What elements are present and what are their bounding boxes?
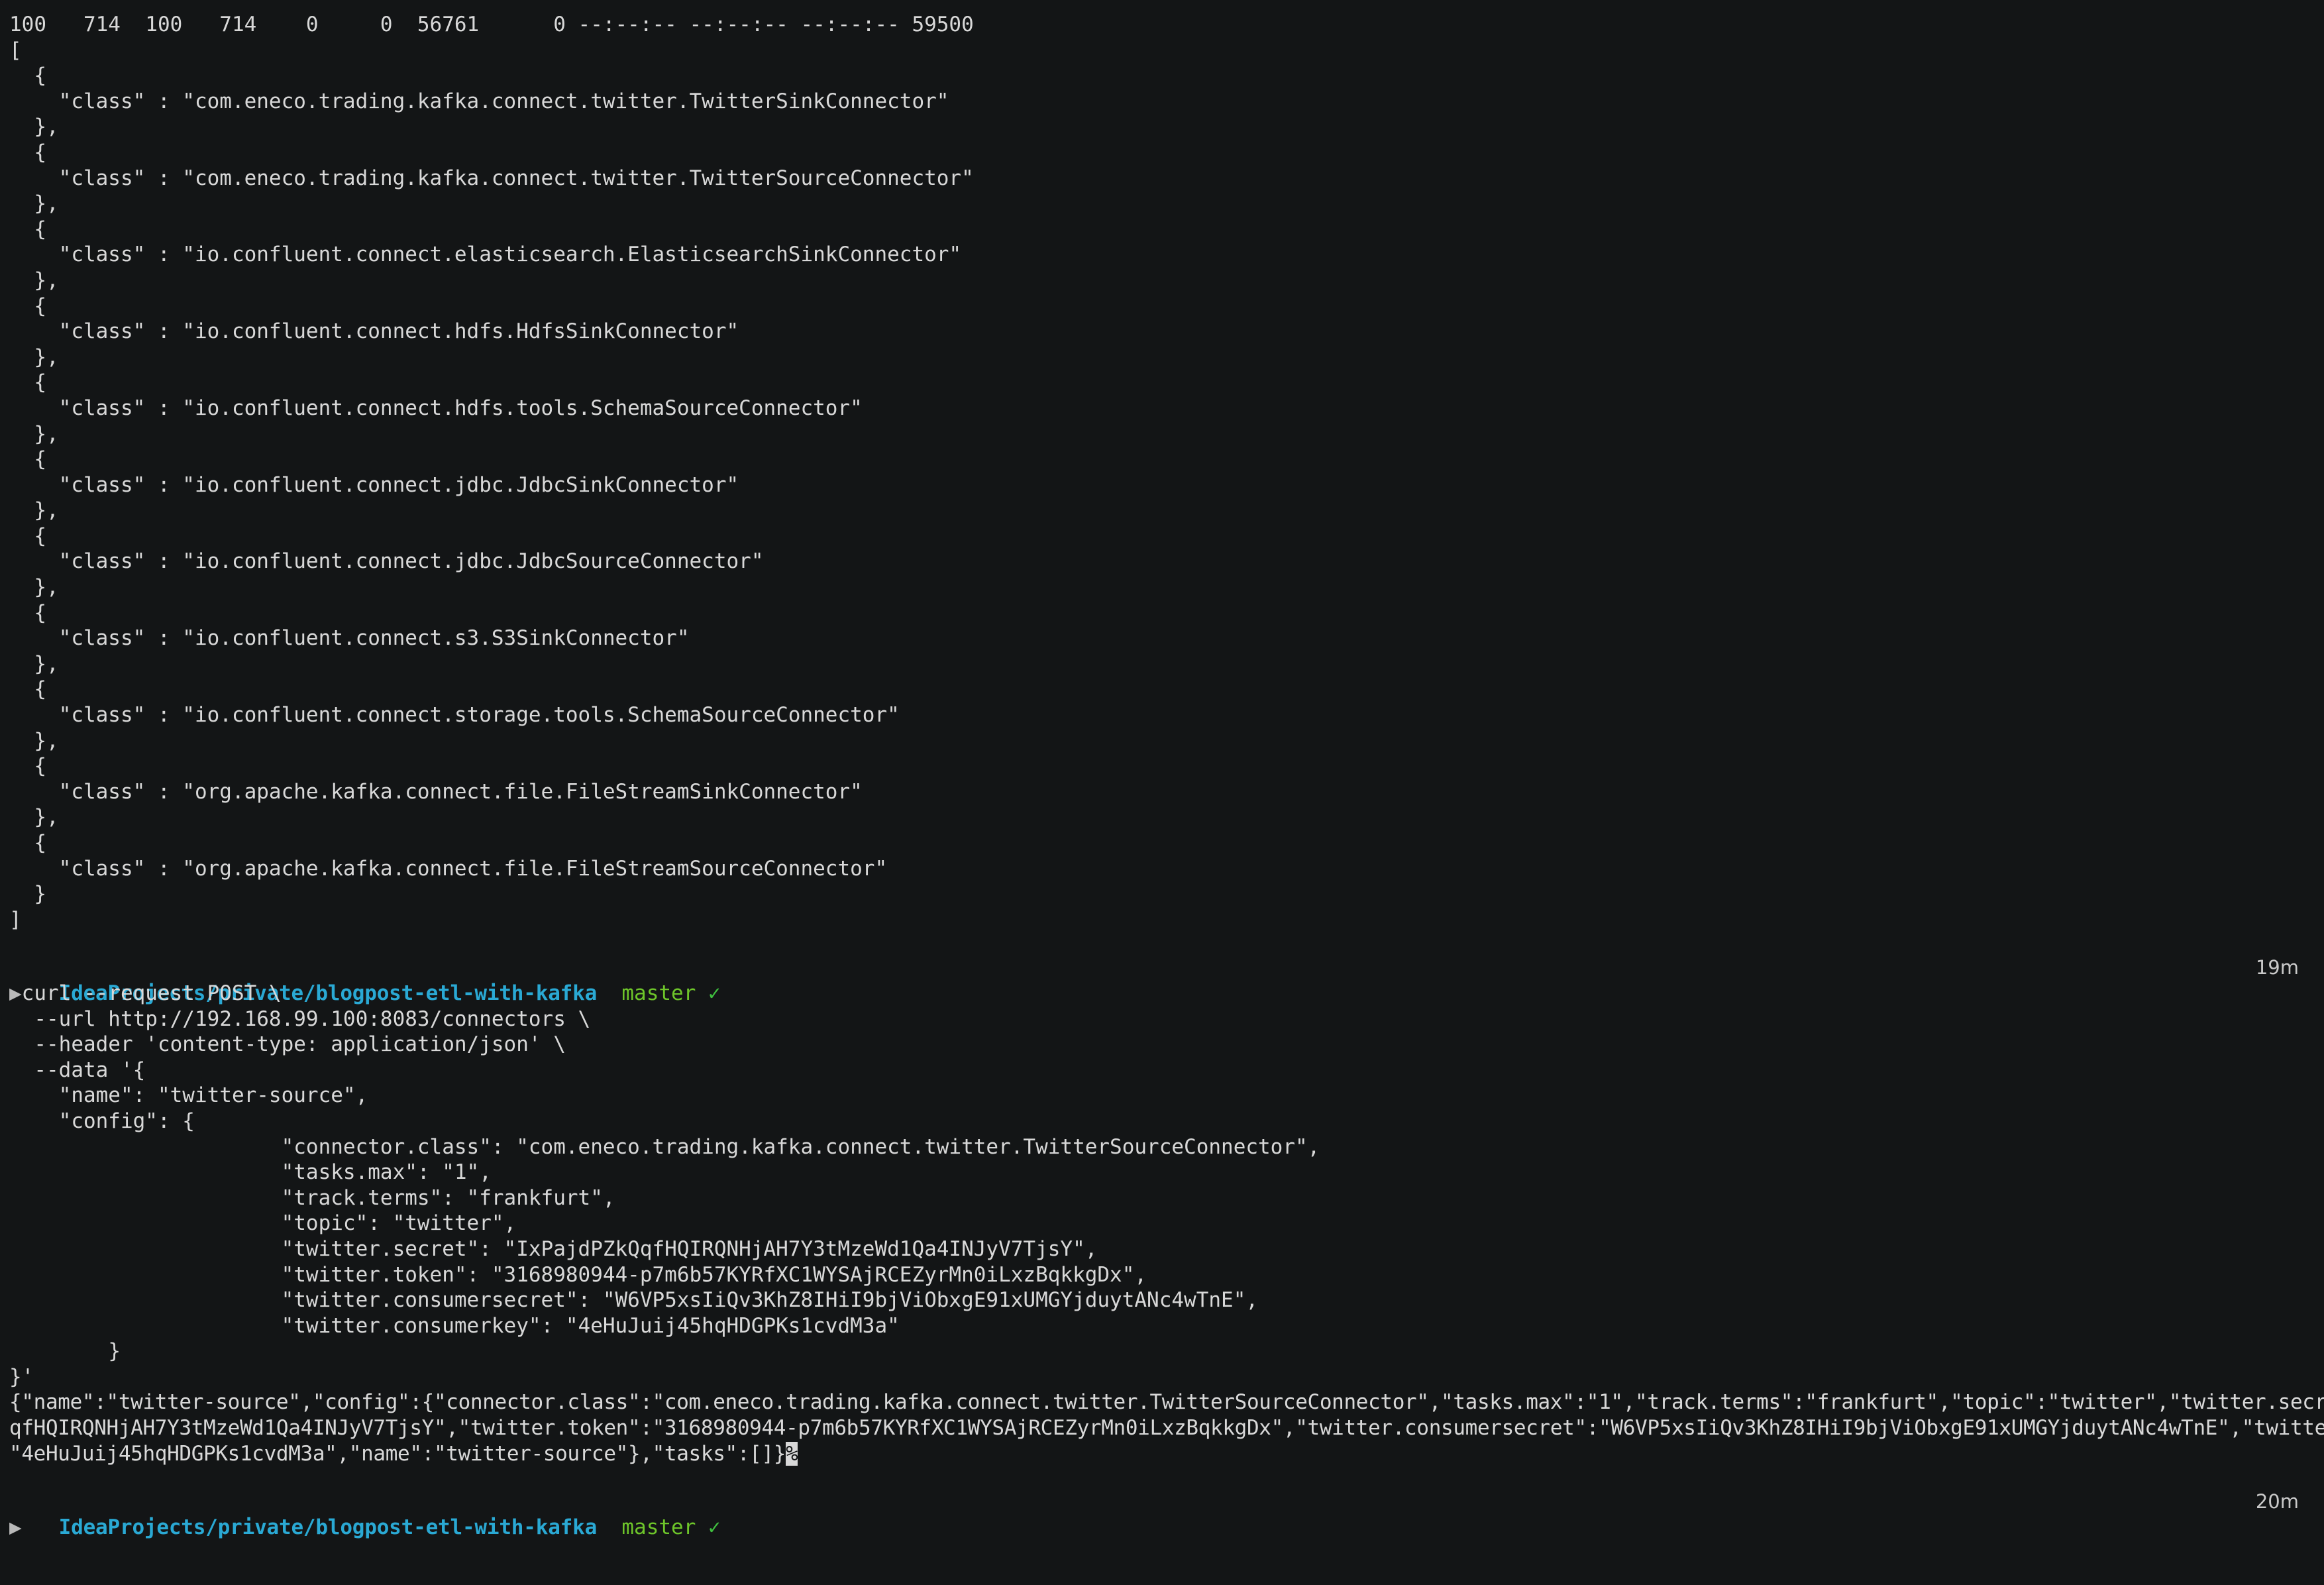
curl-progress-line: 100 714 100 714 0 0 56761 0 --:--:-- --:… [9,13,974,36]
command-text-6: "config": { [58,1109,195,1133]
terminal-window[interactable]: 100 714 100 714 0 0 56761 0 --:--:-- --:… [0,0,2324,1585]
connector-entry-close: }, [9,191,59,216]
prompt-elapsed-1: 19m [2255,956,2299,979]
prompt-line-2: IdeaProjects/private/blogpost-etl-with-k… [0,1489,2324,1539]
prompt-arrow-icon-1: ▶ [9,981,22,1005]
prompt-elapsed-2: 20m [2255,1490,2299,1513]
gap-before-prompt-2 [0,1466,2324,1489]
config-line: "twitter.consumerkey": "4eHuJuij45hqHDGP… [9,1313,900,1338]
connector-entry-close: }, [9,421,59,446]
connector-entry-open: { [9,64,46,88]
config-line: "twitter.secret": "IxPajdPZkQqfHQIRQNHjA… [9,1236,1098,1261]
connector-entry-close: }, [9,651,59,676]
connector-entry-close: }, [9,575,59,600]
command-text-2: --url http://192.168.99.100:8083/connect… [34,1007,591,1031]
connector-entry-open: { [9,831,46,855]
connector-entry-close: }, [9,805,59,830]
command-line-3: --header 'content-type: application/json… [0,1032,2324,1058]
connector-list: { "class" : "com.eneco.trading.kafka.con… [0,63,2324,907]
connector-class-line: "class" : "io.confluent.connect.elastics… [9,243,962,267]
config-line: "track.terms": "frankfurt", [9,1185,615,1210]
command-line-4: --data '{ [0,1058,2324,1083]
json-close-bracket: ] [9,907,22,932]
config-line: "topic": "twitter", [9,1211,517,1236]
prompt-line-1: IdeaProjects/private/blogpost-etl-with-k… [0,955,2324,1005]
connector-class-line: "class" : "com.eneco.trading.kafka.conne… [9,166,974,190]
connector-class-line: "class" : "com.eneco.trading.kafka.conne… [9,89,949,113]
config-line: "twitter.token": "3168980944-p7m6b57KYRf… [9,1262,1147,1287]
connector-class-line: "class" : "org.apache.kafka.connect.file… [9,779,863,804]
config-line: "tasks.max": "1", [9,1160,492,1185]
command-close-data: }' [9,1364,34,1389]
indent-6 [9,1109,59,1133]
response-line-3: "4eHuJuij45hqHDGPKs1cvdM3a","name":"twit… [0,1441,2324,1467]
command-line-6: "config": { [0,1109,2324,1134]
connector-entry-open: { [9,294,46,318]
indent-close-config [9,1339,108,1363]
json-open-bracket: [ [9,38,22,62]
connector-entry-open: { [9,677,46,702]
response-line-2: qfHQIRQNHjAH7Y3tMzeWd1Qa4INJyV7TjsY","tw… [9,1416,2324,1441]
config-line: "connector.class": "com.eneco.trading.ka… [9,1134,1320,1159]
connector-class-line: "class" : "io.confluent.connect.hdfs.too… [9,396,863,420]
connector-class-line: "class" : "io.confluent.connect.s3.S3Sin… [9,626,690,651]
indent-5 [9,1083,59,1107]
connector-entry-open: { [9,370,46,395]
connector-entry-open: { [9,140,46,164]
command-line-2: --url http://192.168.99.100:8083/connect… [0,1007,2324,1032]
connector-entry-close: }, [9,345,59,369]
connector-entry-close: }, [9,268,59,292]
config-line: "twitter.consumersecret": "W6VP5xsIiQv3K… [9,1288,1259,1313]
prompt-arrow-icon-2: ▶ [9,1515,22,1539]
connector-class-line: "class" : "org.apache.kafka.connect.file… [9,856,888,881]
indent-3 [9,1032,34,1056]
connector-class-line: "class" : "io.confluent.connect.hdfs.Hdf… [9,319,739,344]
input-line[interactable]: ▶ [0,1515,2324,1541]
connector-class-line: "class" : "io.confluent.connect.jdbc.Jdb… [9,472,739,497]
command-close-config: } [0,1339,2324,1364]
connector-entry-open: { [9,523,46,548]
command-text-3: --header 'content-type: application/json… [34,1032,566,1057]
connector-entry-close: }, [9,728,59,753]
connector-entry-close: } [9,882,46,906]
indent-4 [9,1058,34,1082]
gap-before-prompt-1 [0,932,2324,955]
connector-config-block: "connector.class": "com.eneco.trading.ka… [0,1134,2324,1339]
connector-entry-close: }, [9,498,59,523]
response-line-3-text: "4eHuJuij45hqHDGPKs1cvdM3a","name":"twit… [9,1441,786,1466]
connector-entry-open: { [9,754,46,779]
connector-class-line: "class" : "io.confluent.connect.jdbc.Jdb… [9,549,764,574]
command-text-5: "name": "twitter-source", [58,1083,368,1108]
command-line-1: ▶curl --request POST \ [0,981,2324,1007]
indent-2 [9,1007,34,1031]
close-config-text: } [108,1339,121,1364]
command-text-4: --data '{ [34,1058,146,1082]
command-text-1: curl --request POST \ [21,981,282,1005]
connector-class-line: "class" : "io.confluent.connect.storage.… [9,703,900,728]
connector-entry-open: { [9,217,46,241]
connector-entry-open: { [9,447,46,472]
connector-entry-open: { [9,600,46,625]
no-newline-marker: % [786,1441,798,1466]
connector-entry-close: }, [9,115,59,139]
command-line-5: "name": "twitter-source", [0,1083,2324,1109]
response-line-1: {"name":"twitter-source","config":{"conn… [9,1390,2324,1415]
